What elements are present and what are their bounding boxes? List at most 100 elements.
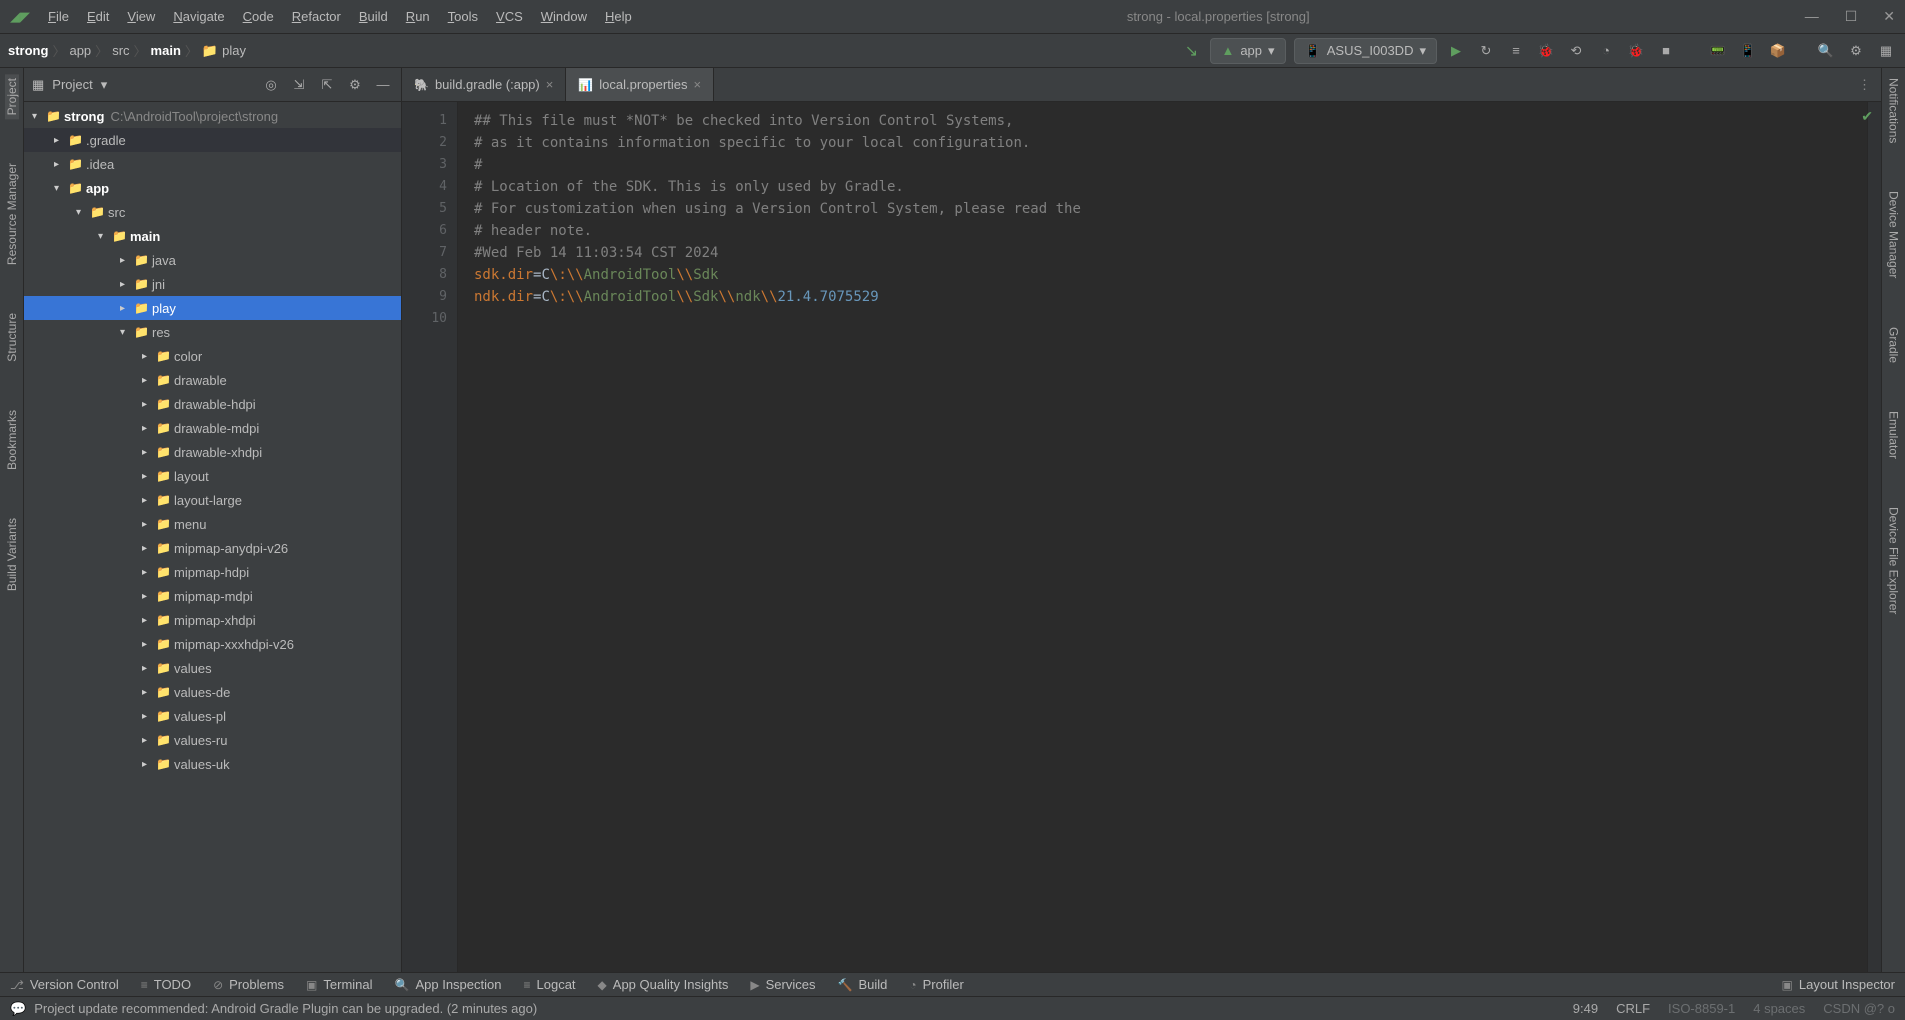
menu-file[interactable]: File — [48, 9, 69, 24]
left-rail-structure[interactable]: Structure — [5, 309, 19, 366]
tree-item-.idea[interactable]: ▸📁.idea — [24, 152, 401, 176]
tree-item-menu[interactable]: ▸📁menu — [24, 512, 401, 536]
hide-panel-icon[interactable]: — — [373, 77, 393, 92]
maximize-button[interactable]: ☐ — [1845, 8, 1858, 25]
collapse-all-icon[interactable]: ⇱ — [317, 77, 337, 93]
editor[interactable]: 12345678910 ## This file must *NOT* be c… — [402, 102, 1881, 972]
code-content[interactable]: ## This file must *NOT* be checked into … — [458, 102, 1867, 972]
tree-item-play[interactable]: ▸📁play — [24, 296, 401, 320]
bottom-build[interactable]: 🔨Build — [838, 977, 888, 992]
tree-item-drawable-xhdpi[interactable]: ▸📁drawable-xhdpi — [24, 440, 401, 464]
settings-icon[interactable]: ⚙ — [1845, 40, 1867, 62]
minimize-button[interactable]: — — [1805, 8, 1819, 25]
menu-vcs[interactable]: VCS — [496, 9, 523, 24]
menu-code[interactable]: Code — [243, 9, 274, 24]
run-button[interactable]: ▶ — [1445, 40, 1467, 62]
tree-item-layout-large[interactable]: ▸📁layout-large — [24, 488, 401, 512]
inspection-stripe[interactable] — [1867, 102, 1881, 972]
debug-button[interactable]: 🐞 — [1535, 40, 1557, 62]
right-rail-notifications[interactable]: Notifications — [1887, 74, 1901, 147]
tree-item-main[interactable]: ▾📁main — [24, 224, 401, 248]
close-button[interactable]: ✕ — [1883, 8, 1895, 25]
tree-item-mipmap-hdpi[interactable]: ▸📁mipmap-hdpi — [24, 560, 401, 584]
bottom-services[interactable]: ▶Services — [750, 977, 815, 992]
menu-navigate[interactable]: Navigate — [173, 9, 224, 24]
bottom-terminal[interactable]: ▣Terminal — [306, 977, 372, 992]
tree-item-app[interactable]: ▾📁app — [24, 176, 401, 200]
tree-item-.gradle[interactable]: ▸📁.gradle — [24, 128, 401, 152]
attach-debugger-button[interactable]: 🐞 — [1625, 40, 1647, 62]
sync-gradle-icon[interactable]: ↘ — [1180, 40, 1202, 62]
cursor-position[interactable]: 9:49 — [1573, 1001, 1598, 1016]
menu-tools[interactable]: Tools — [448, 9, 478, 24]
bottom-app-inspection[interactable]: 🔍App Inspection — [395, 977, 502, 992]
bottom-app-quality-insights[interactable]: ◆App Quality Insights — [598, 977, 729, 992]
line-separator[interactable]: CRLF — [1616, 1001, 1650, 1016]
menu-help[interactable]: Help — [605, 9, 632, 24]
menu-edit[interactable]: Edit — [87, 9, 109, 24]
right-rail-device-file-explorer[interactable]: Device File Explorer — [1887, 503, 1901, 618]
left-rail-resource-manager[interactable]: Resource Manager — [5, 159, 19, 269]
apply-changes-icon[interactable]: ≡ — [1505, 40, 1527, 62]
close-tab-icon[interactable]: × — [546, 77, 554, 92]
coverage-button[interactable]: ⟲ — [1565, 40, 1587, 62]
bottom-version-control[interactable]: ⎇Version Control — [10, 977, 119, 992]
right-rail-gradle[interactable]: Gradle — [1887, 323, 1901, 367]
stop-button[interactable]: ■ — [1655, 40, 1677, 62]
editor-tab[interactable]: 📊local.properties× — [566, 68, 714, 101]
left-rail-project[interactable]: Project — [5, 74, 19, 119]
bottom-logcat[interactable]: ≡Logcat — [523, 977, 575, 992]
right-rail-device-manager[interactable]: Device Manager — [1887, 187, 1901, 282]
right-rail-emulator[interactable]: Emulator — [1887, 407, 1901, 463]
tree-item-values-de[interactable]: ▸📁values-de — [24, 680, 401, 704]
menu-run[interactable]: Run — [406, 9, 430, 24]
menu-window[interactable]: Window — [541, 9, 587, 24]
tree-root[interactable]: ▾📁strongC:\AndroidTool\project\strong — [24, 104, 401, 128]
menu-view[interactable]: View — [127, 9, 155, 24]
tree-item-mipmap-xxxhdpi-v26[interactable]: ▸📁mipmap-xxxhdpi-v26 — [24, 632, 401, 656]
bottom-profiler[interactable]: ◔Profiler — [909, 977, 963, 992]
bottom-todo[interactable]: ≡TODO — [141, 977, 191, 992]
indent-setting[interactable]: 4 spaces — [1753, 1001, 1805, 1016]
tree-item-mipmap-mdpi[interactable]: ▸📁mipmap-mdpi — [24, 584, 401, 608]
tree-item-jni[interactable]: ▸📁jni — [24, 272, 401, 296]
breadcrumb-item[interactable]: main — [151, 43, 181, 58]
bottom-problems[interactable]: ⊘Problems — [213, 977, 284, 992]
expand-all-icon[interactable]: ⇲ — [289, 77, 309, 93]
tabs-more-icon[interactable]: ⋮ — [1858, 77, 1871, 93]
tree-item-mipmap-anydpi-v26[interactable]: ▸📁mipmap-anydpi-v26 — [24, 536, 401, 560]
tree-item-values[interactable]: ▸📁values — [24, 656, 401, 680]
device-selector[interactable]: 📱 ASUS_I003DD ▾ — [1294, 38, 1437, 64]
sdk-manager-icon[interactable]: 📱 — [1737, 40, 1759, 62]
menu-build[interactable]: Build — [359, 9, 388, 24]
tree-item-java[interactable]: ▸📁java — [24, 248, 401, 272]
event-log-icon[interactable]: 💬 — [10, 1001, 26, 1017]
tree-item-color[interactable]: ▸📁color — [24, 344, 401, 368]
tree-item-layout[interactable]: ▸📁layout — [24, 464, 401, 488]
bottom-layout-inspector[interactable]: ▣Layout Inspector — [1782, 977, 1895, 992]
tree-item-res[interactable]: ▾📁res — [24, 320, 401, 344]
overflow-icon[interactable]: ▦ — [1875, 40, 1897, 62]
left-rail-bookmarks[interactable]: Bookmarks — [5, 406, 19, 474]
breadcrumb-item[interactable]: src — [112, 43, 129, 58]
rerun-button[interactable]: ↻ — [1475, 40, 1497, 62]
tree-item-drawable-hdpi[interactable]: ▸📁drawable-hdpi — [24, 392, 401, 416]
tree-item-drawable-mdpi[interactable]: ▸📁drawable-mdpi — [24, 416, 401, 440]
editor-tab[interactable]: 🐘build.gradle (:app)× — [402, 68, 566, 101]
tree-item-values-pl[interactable]: ▸📁values-pl — [24, 704, 401, 728]
target-icon[interactable]: ◎ — [261, 77, 281, 93]
resource-manager-icon[interactable]: 📦 — [1767, 40, 1789, 62]
file-encoding[interactable]: ISO-8859-1 — [1668, 1001, 1735, 1016]
breadcrumb-item[interactable]: strong — [8, 43, 48, 58]
search-icon[interactable]: 🔍 — [1815, 40, 1837, 62]
avd-manager-icon[interactable]: 📟 — [1707, 40, 1729, 62]
settings-icon[interactable]: ⚙ — [345, 77, 365, 93]
tree-item-src[interactable]: ▾📁src — [24, 200, 401, 224]
project-tree[interactable]: ▾📁strongC:\AndroidTool\project\strong▸📁.… — [24, 102, 401, 972]
tree-item-drawable[interactable]: ▸📁drawable — [24, 368, 401, 392]
tree-item-values-uk[interactable]: ▸📁values-uk — [24, 752, 401, 776]
run-config-selector[interactable]: ▲ app ▾ — [1210, 38, 1285, 64]
tree-item-values-ru[interactable]: ▸📁values-ru — [24, 728, 401, 752]
close-tab-icon[interactable]: × — [693, 77, 701, 92]
chevron-down-icon[interactable]: ▾ — [101, 77, 108, 93]
